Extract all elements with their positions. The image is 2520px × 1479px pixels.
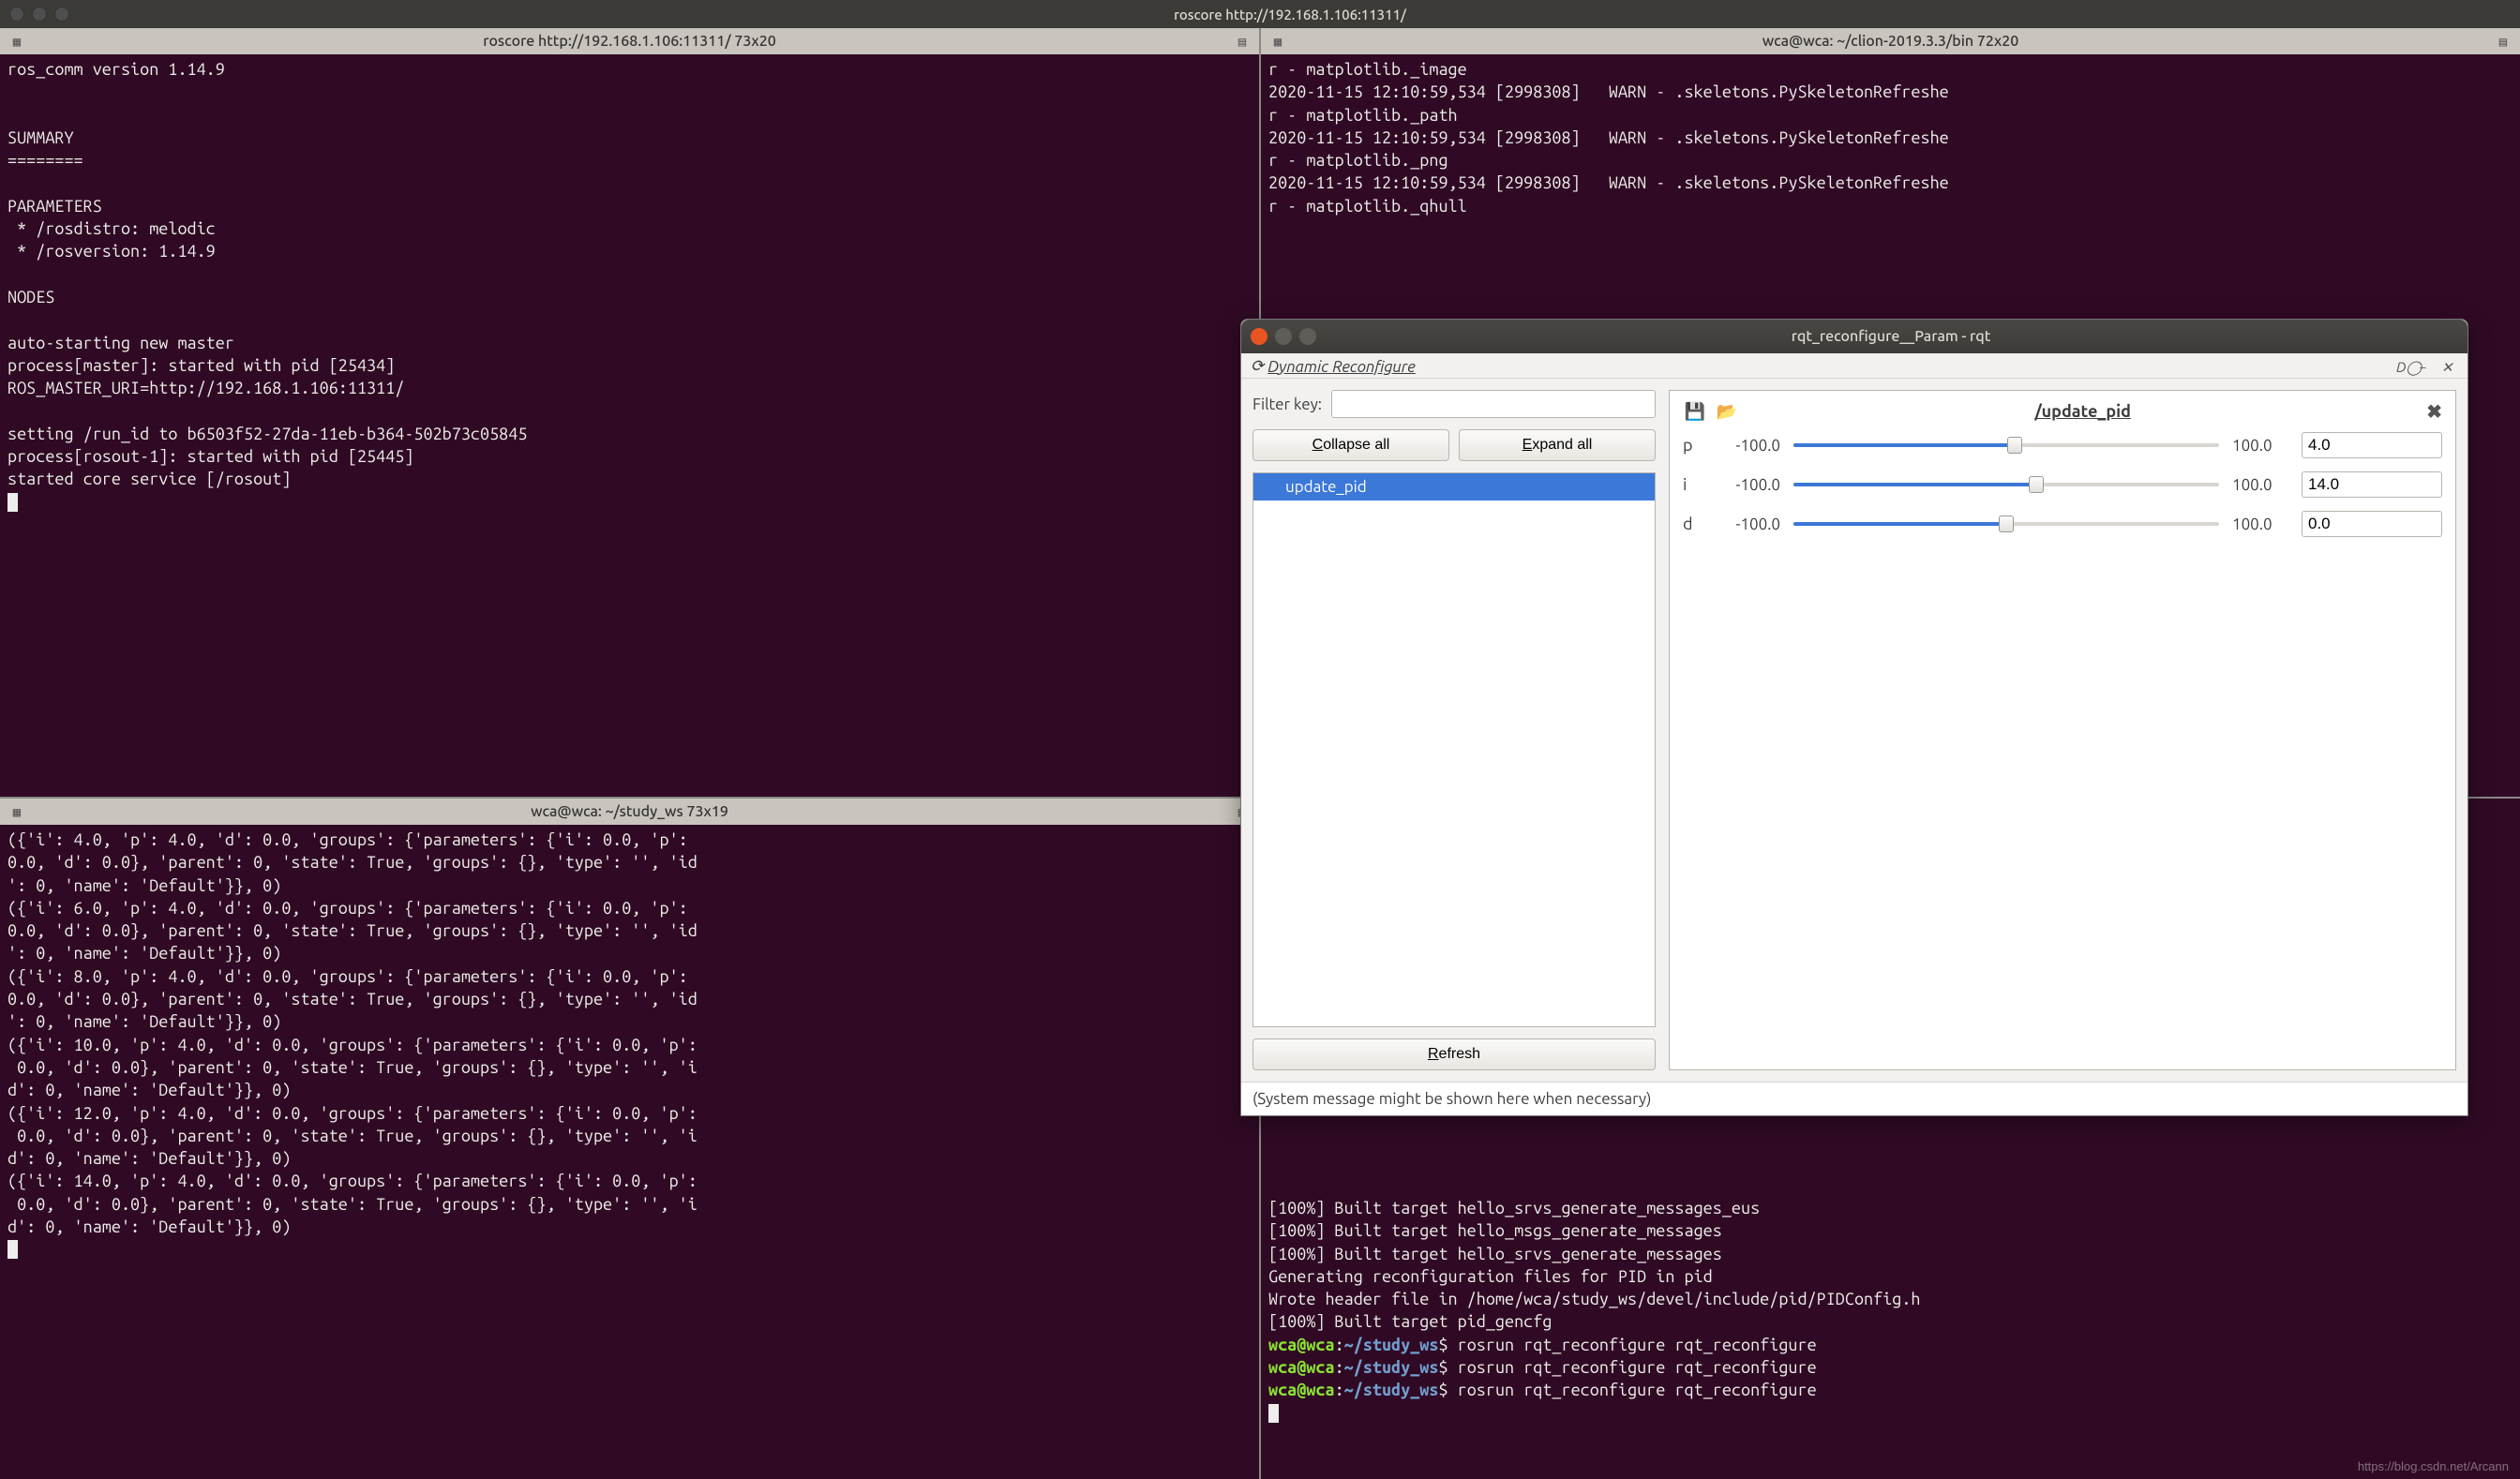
- window-controls: [9, 7, 69, 22]
- terminal-menu-icon[interactable]: ▤: [1231, 32, 1253, 51]
- param-node-name: /update_pid: [1739, 402, 2426, 421]
- save-icon[interactable]: 💾: [1683, 400, 1707, 423]
- param-slider-i[interactable]: [1793, 476, 2219, 493]
- terminal-titlebar: ▦ roscore http://192.168.1.106:11311/ 73…: [0, 28, 1259, 54]
- rqt-dock-title: ⟳ Dynamic Reconfigure D◯ − ✕: [1241, 353, 2468, 379]
- dock-controls-icon[interactable]: D◯: [2396, 359, 2413, 374]
- param-row-d: d -100.0 100.0: [1683, 511, 2442, 537]
- collapse-all-button[interactable]: Collapse all: [1252, 429, 1449, 461]
- rqt-window[interactable]: rqt_reconfigure__Param - rqt ⟳ Dynamic R…: [1240, 319, 2468, 1116]
- rqt-titlebar[interactable]: rqt_reconfigure__Param - rqt: [1241, 320, 2468, 353]
- param-panel-header: 💾 📂 /update_pid ✖: [1683, 400, 2442, 423]
- refresh-row: Refresh: [1252, 1038, 1656, 1070]
- param-value-input-d[interactable]: [2302, 511, 2442, 537]
- expand-all-button[interactable]: Expand all: [1459, 429, 1656, 461]
- param-value-input-i[interactable]: [2302, 471, 2442, 498]
- terminal-title: wca@wca: ~/clion-2019.3.3/bin 72x20: [1295, 33, 2486, 50]
- param-max: 100.0: [2232, 437, 2288, 455]
- refresh-button[interactable]: Refresh: [1252, 1038, 1656, 1070]
- watermark: https://blog.csdn.net/Arcann: [2358, 1459, 2509, 1473]
- param-max: 100.0: [2232, 515, 2288, 533]
- main-window-title: roscore http://192.168.1.106:11311/: [69, 7, 2511, 22]
- param-row-p: p -100.0 100.0: [1683, 432, 2442, 458]
- param-name: i: [1683, 475, 1702, 494]
- dock-settings-icon[interactable]: −: [2419, 359, 2436, 374]
- open-icon[interactable]: 📂: [1715, 400, 1739, 423]
- rqt-window-title: rqt_reconfigure__Param - rqt: [1324, 328, 2458, 345]
- split-icon[interactable]: ▦: [6, 802, 28, 821]
- split-icon[interactable]: ▦: [6, 32, 28, 51]
- terminal-title: wca@wca: ~/study_ws 73x19: [34, 803, 1225, 820]
- close-icon[interactable]: [1251, 328, 1268, 345]
- terminal-title: roscore http://192.168.1.106:11311/ 73x2…: [34, 33, 1225, 50]
- dock-close-icon[interactable]: ✕: [2441, 359, 2458, 374]
- terminal-output[interactable]: ros_comm version 1.14.9 SUMMARY ========…: [0, 54, 1259, 797]
- close-panel-icon[interactable]: ✖: [2426, 400, 2442, 423]
- main-window-titlebar: roscore http://192.168.1.106:11311/: [0, 0, 2520, 28]
- param-min: -100.0: [1715, 437, 1780, 455]
- minimize-icon[interactable]: [32, 7, 47, 22]
- filter-row: Filter key:: [1252, 390, 1656, 418]
- rqt-content: Filter key: Collapse all Expand all upda…: [1241, 379, 2468, 1082]
- minimize-icon[interactable]: [1275, 328, 1292, 345]
- param-min: -100.0: [1715, 476, 1780, 494]
- param-min: -100.0: [1715, 515, 1780, 533]
- terminal-menu-icon[interactable]: ▤: [2492, 32, 2514, 51]
- tree-item-update_pid[interactable]: update_pid: [1253, 473, 1655, 500]
- close-icon[interactable]: [9, 7, 24, 22]
- maximize-icon[interactable]: [54, 7, 69, 22]
- terminal-pane-roscore[interactable]: ▦ roscore http://192.168.1.106:11311/ 73…: [0, 28, 1259, 797]
- rqt-right-panel: 💾 📂 /update_pid ✖ p -100.0 100.0 i -100.0 100…: [1669, 390, 2456, 1070]
- param-name: p: [1683, 436, 1702, 455]
- reload-icon[interactable]: ⟳: [1251, 357, 1264, 376]
- terminal-titlebar: ▦ wca@wca: ~/study_ws 73x19 ▤: [0, 799, 1259, 825]
- param-name: d: [1683, 515, 1702, 533]
- terminal-titlebar: ▦ wca@wca: ~/clion-2019.3.3/bin 72x20 ▤: [1261, 28, 2520, 54]
- node-tree[interactable]: update_pid: [1252, 472, 1656, 1027]
- param-row-i: i -100.0 100.0: [1683, 471, 2442, 498]
- param-slider-d[interactable]: [1793, 515, 2219, 532]
- param-slider-p[interactable]: [1793, 437, 2219, 454]
- rqt-left-panel: Filter key: Collapse all Expand all upda…: [1252, 390, 1656, 1070]
- terminal-output[interactable]: ({'i': 4.0, 'p': 4.0, 'd': 0.0, 'groups'…: [0, 825, 1259, 1479]
- terminal-pane-studyws[interactable]: ▦ wca@wca: ~/study_ws 73x19 ▤ ({'i': 4.0…: [0, 799, 1259, 1479]
- params-container: p -100.0 100.0 i -100.0 100.0 d -100.0 100.0: [1683, 432, 2442, 537]
- dock-title-label: Dynamic Reconfigure: [1268, 358, 1416, 376]
- maximize-icon[interactable]: [1299, 328, 1316, 345]
- filter-input[interactable]: [1331, 390, 1656, 418]
- filter-label: Filter key:: [1252, 396, 1322, 413]
- param-value-input-p[interactable]: [2302, 432, 2442, 458]
- param-panel: 💾 📂 /update_pid ✖ p -100.0 100.0 i -100.0 100…: [1669, 390, 2456, 1070]
- collapse-expand-row: Collapse all Expand all: [1252, 429, 1656, 461]
- param-max: 100.0: [2232, 476, 2288, 494]
- system-message: (System message might be shown here when…: [1241, 1082, 2468, 1115]
- split-icon[interactable]: ▦: [1267, 32, 1289, 51]
